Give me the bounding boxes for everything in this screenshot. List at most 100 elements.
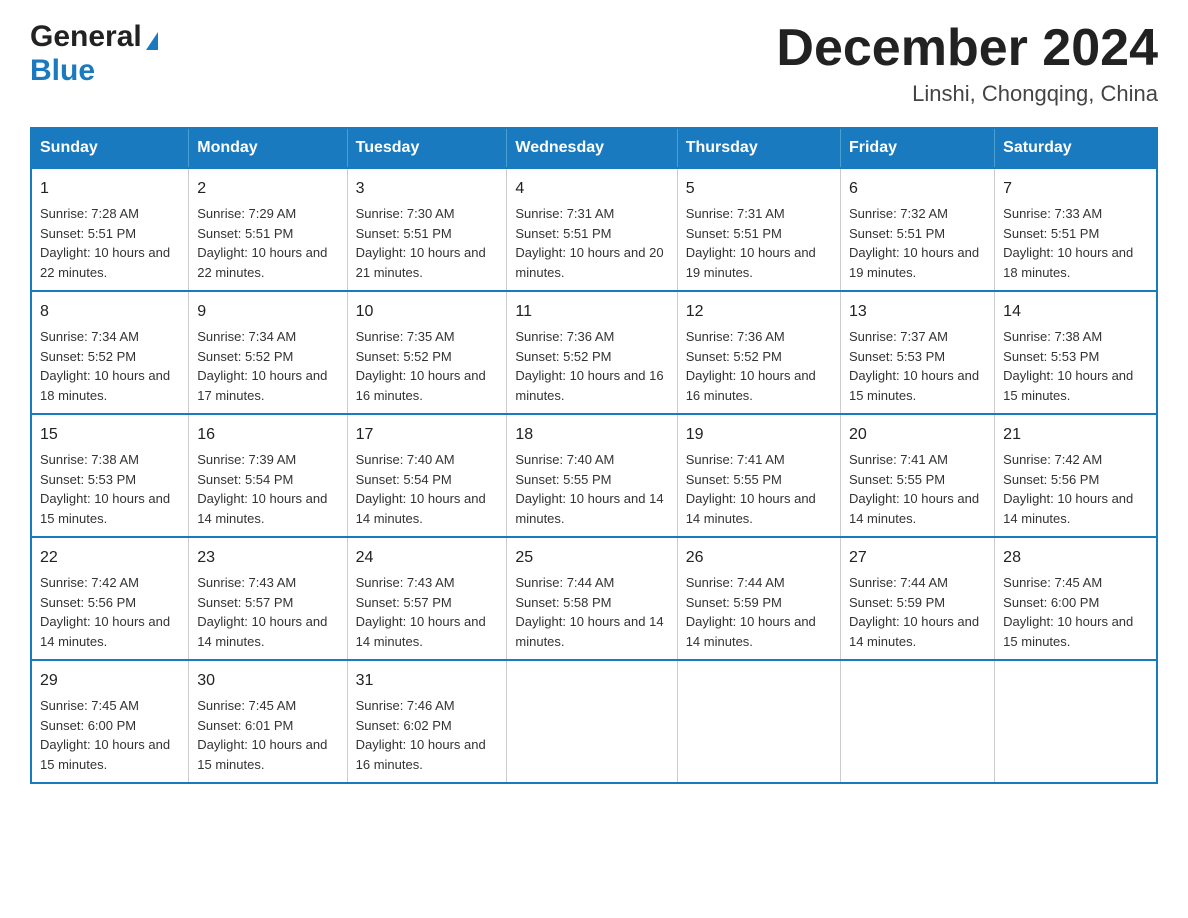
day-number: 12 bbox=[686, 300, 832, 324]
day-info: Sunrise: 7:36 AMSunset: 5:52 PMDaylight:… bbox=[686, 329, 816, 403]
calendar-day-cell: 7 Sunrise: 7:33 AMSunset: 5:51 PMDaylight… bbox=[995, 168, 1157, 291]
day-number: 3 bbox=[356, 177, 499, 201]
header-thursday: Thursday bbox=[677, 128, 840, 168]
day-number: 23 bbox=[197, 546, 338, 570]
calendar-day-cell: 2 Sunrise: 7:29 AMSunset: 5:51 PMDaylight… bbox=[189, 168, 347, 291]
day-number: 30 bbox=[197, 669, 338, 693]
day-info: Sunrise: 7:38 AMSunset: 5:53 PMDaylight:… bbox=[40, 452, 170, 526]
header-wednesday: Wednesday bbox=[507, 128, 677, 168]
day-info: Sunrise: 7:31 AMSunset: 5:51 PMDaylight:… bbox=[515, 206, 663, 280]
calendar-day-cell bbox=[995, 660, 1157, 783]
day-info: Sunrise: 7:36 AMSunset: 5:52 PMDaylight:… bbox=[515, 329, 663, 403]
day-info: Sunrise: 7:31 AMSunset: 5:51 PMDaylight:… bbox=[686, 206, 816, 280]
day-number: 16 bbox=[197, 423, 338, 447]
day-number: 13 bbox=[849, 300, 986, 324]
day-number: 25 bbox=[515, 546, 668, 570]
day-info: Sunrise: 7:40 AMSunset: 5:55 PMDaylight:… bbox=[515, 452, 663, 526]
day-number: 14 bbox=[1003, 300, 1148, 324]
day-info: Sunrise: 7:45 AMSunset: 6:00 PMDaylight:… bbox=[40, 698, 170, 772]
day-number: 20 bbox=[849, 423, 986, 447]
header-monday: Monday bbox=[189, 128, 347, 168]
day-number: 28 bbox=[1003, 546, 1148, 570]
calendar-week-row: 15 Sunrise: 7:38 AMSunset: 5:53 PMDayligh… bbox=[31, 414, 1157, 537]
day-info: Sunrise: 7:38 AMSunset: 5:53 PMDaylight:… bbox=[1003, 329, 1133, 403]
calendar-day-cell: 24 Sunrise: 7:43 AMSunset: 5:57 PMDayligh… bbox=[347, 537, 507, 660]
day-number: 19 bbox=[686, 423, 832, 447]
calendar-day-cell: 31 Sunrise: 7:46 AMSunset: 6:02 PMDayligh… bbox=[347, 660, 507, 783]
location-title: Linshi, Chongqing, China bbox=[776, 81, 1158, 107]
calendar-day-cell bbox=[677, 660, 840, 783]
day-number: 2 bbox=[197, 177, 338, 201]
logo-blue-text: Blue bbox=[30, 54, 95, 87]
calendar-day-cell: 12 Sunrise: 7:36 AMSunset: 5:52 PMDayligh… bbox=[677, 291, 840, 414]
calendar-day-cell: 10 Sunrise: 7:35 AMSunset: 5:52 PMDayligh… bbox=[347, 291, 507, 414]
day-info: Sunrise: 7:28 AMSunset: 5:51 PMDaylight:… bbox=[40, 206, 170, 280]
calendar-day-cell: 19Sunrise: 7:41 AMSunset: 5:55 PMDayligh… bbox=[677, 414, 840, 537]
day-number: 22 bbox=[40, 546, 180, 570]
day-number: 6 bbox=[849, 177, 986, 201]
day-number: 10 bbox=[356, 300, 499, 324]
calendar-day-cell: 22 Sunrise: 7:42 AMSunset: 5:56 PMDayligh… bbox=[31, 537, 189, 660]
calendar-day-cell: 30 Sunrise: 7:45 AMSunset: 6:01 PMDayligh… bbox=[189, 660, 347, 783]
day-info: Sunrise: 7:42 AMSunset: 5:56 PMDaylight:… bbox=[1003, 452, 1133, 526]
calendar-header-row: SundayMondayTuesdayWednesdayThursdayFrid… bbox=[31, 128, 1157, 168]
calendar-day-cell: 6Sunrise: 7:32 AMSunset: 5:51 PMDaylight… bbox=[840, 168, 994, 291]
header-saturday: Saturday bbox=[995, 128, 1157, 168]
calendar-day-cell: 9Sunrise: 7:34 AMSunset: 5:52 PMDaylight… bbox=[189, 291, 347, 414]
day-number: 24 bbox=[356, 546, 499, 570]
day-info: Sunrise: 7:42 AMSunset: 5:56 PMDaylight:… bbox=[40, 575, 170, 649]
calendar-day-cell: 15 Sunrise: 7:38 AMSunset: 5:53 PMDayligh… bbox=[31, 414, 189, 537]
day-info: Sunrise: 7:44 AMSunset: 5:58 PMDaylight:… bbox=[515, 575, 663, 649]
day-info: Sunrise: 7:43 AMSunset: 5:57 PMDaylight:… bbox=[356, 575, 486, 649]
day-number: 27 bbox=[849, 546, 986, 570]
calendar-week-row: 1 Sunrise: 7:28 AMSunset: 5:51 PMDaylight… bbox=[31, 168, 1157, 291]
day-number: 21 bbox=[1003, 423, 1148, 447]
calendar-day-cell: 20Sunrise: 7:41 AMSunset: 5:55 PMDayligh… bbox=[840, 414, 994, 537]
day-info: Sunrise: 7:46 AMSunset: 6:02 PMDaylight:… bbox=[356, 698, 486, 772]
day-number: 18 bbox=[515, 423, 668, 447]
day-number: 15 bbox=[40, 423, 180, 447]
day-info: Sunrise: 7:30 AMSunset: 5:51 PMDaylight:… bbox=[356, 206, 486, 280]
calendar-day-cell: 14 Sunrise: 7:38 AMSunset: 5:53 PMDayligh… bbox=[995, 291, 1157, 414]
day-info: Sunrise: 7:45 AMSunset: 6:00 PMDaylight:… bbox=[1003, 575, 1133, 649]
day-number: 11 bbox=[515, 300, 668, 324]
calendar-day-cell bbox=[507, 660, 677, 783]
day-info: Sunrise: 7:44 AMSunset: 5:59 PMDaylight:… bbox=[686, 575, 816, 649]
calendar-day-cell: 28 Sunrise: 7:45 AMSunset: 6:00 PMDayligh… bbox=[995, 537, 1157, 660]
calendar-day-cell: 5 Sunrise: 7:31 AMSunset: 5:51 PMDaylight… bbox=[677, 168, 840, 291]
calendar-day-cell: 26 Sunrise: 7:44 AMSunset: 5:59 PMDayligh… bbox=[677, 537, 840, 660]
calendar-day-cell: 27Sunrise: 7:44 AMSunset: 5:59 PMDayligh… bbox=[840, 537, 994, 660]
calendar-day-cell: 16 Sunrise: 7:39 AMSunset: 5:54 PMDayligh… bbox=[189, 414, 347, 537]
day-number: 7 bbox=[1003, 177, 1148, 201]
calendar-day-cell: 3 Sunrise: 7:30 AMSunset: 5:51 PMDaylight… bbox=[347, 168, 507, 291]
calendar-day-cell: 11 Sunrise: 7:36 AMSunset: 5:52 PMDayligh… bbox=[507, 291, 677, 414]
calendar-day-cell bbox=[840, 660, 994, 783]
day-info: Sunrise: 7:35 AMSunset: 5:52 PMDaylight:… bbox=[356, 329, 486, 403]
calendar-day-cell: 17Sunrise: 7:40 AMSunset: 5:54 PMDayligh… bbox=[347, 414, 507, 537]
day-number: 31 bbox=[356, 669, 499, 693]
calendar-week-row: 29Sunrise: 7:45 AMSunset: 6:00 PMDayligh… bbox=[31, 660, 1157, 783]
day-number: 5 bbox=[686, 177, 832, 201]
day-number: 26 bbox=[686, 546, 832, 570]
day-number: 1 bbox=[40, 177, 180, 201]
day-info: Sunrise: 7:45 AMSunset: 6:01 PMDaylight:… bbox=[197, 698, 327, 772]
calendar-day-cell: 23Sunrise: 7:43 AMSunset: 5:57 PMDayligh… bbox=[189, 537, 347, 660]
calendar-day-cell: 25 Sunrise: 7:44 AMSunset: 5:58 PMDayligh… bbox=[507, 537, 677, 660]
day-number: 8 bbox=[40, 300, 180, 324]
calendar-day-cell: 8 Sunrise: 7:34 AMSunset: 5:52 PMDaylight… bbox=[31, 291, 189, 414]
calendar-day-cell: 18 Sunrise: 7:40 AMSunset: 5:55 PMDayligh… bbox=[507, 414, 677, 537]
day-info: Sunrise: 7:34 AMSunset: 5:52 PMDaylight:… bbox=[40, 329, 170, 403]
calendar-day-cell: 13Sunrise: 7:37 AMSunset: 5:53 PMDayligh… bbox=[840, 291, 994, 414]
day-info: Sunrise: 7:33 AMSunset: 5:51 PMDaylight:… bbox=[1003, 206, 1133, 280]
logo-triangle-icon bbox=[146, 32, 158, 50]
logo-general-text: General bbox=[30, 20, 142, 54]
logo: General Blue bbox=[30, 20, 158, 88]
day-number: 17 bbox=[356, 423, 499, 447]
header-sunday: Sunday bbox=[31, 128, 189, 168]
day-info: Sunrise: 7:29 AMSunset: 5:51 PMDaylight:… bbox=[197, 206, 327, 280]
header-friday: Friday bbox=[840, 128, 994, 168]
calendar-day-cell: 4Sunrise: 7:31 AMSunset: 5:51 PMDaylight… bbox=[507, 168, 677, 291]
month-title: December 2024 bbox=[776, 20, 1158, 77]
header-tuesday: Tuesday bbox=[347, 128, 507, 168]
day-info: Sunrise: 7:39 AMSunset: 5:54 PMDaylight:… bbox=[197, 452, 327, 526]
